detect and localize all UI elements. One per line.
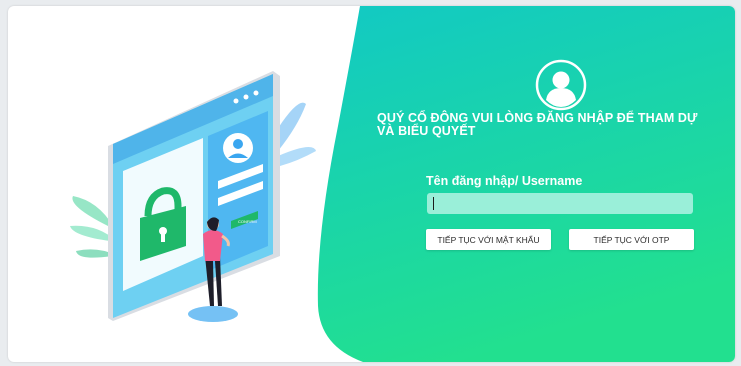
confirm-mini-text: CONFIRM <box>238 219 257 224</box>
login-heading-line2: VÀ BIỂU QUYẾT <box>377 124 476 138</box>
profile-icon <box>223 133 253 163</box>
user-avatar-icon <box>535 59 587 111</box>
continue-with-otp-button[interactable]: TIẾP TỤC VỚI OTP <box>569 229 694 250</box>
username-input[interactable] <box>427 193 693 214</box>
login-illustration: CONFIRM <box>70 71 316 322</box>
continue-with-password-button[interactable]: TIẾP TỤC VỚI MẬT KHẨU <box>426 229 551 250</box>
login-card: CONFIRM QUÝ CỔ ĐÔNG VUI LÒNG ĐĂNG NHẬP Đ… <box>8 6 735 362</box>
text-caret <box>433 197 434 210</box>
username-label: Tên đăng nhập/ Username <box>426 174 583 188</box>
login-heading: QUÝ CỔ ĐÔNG VUI LÒNG ĐĂNG NHẬP ĐỂ THAM D… <box>377 112 717 138</box>
